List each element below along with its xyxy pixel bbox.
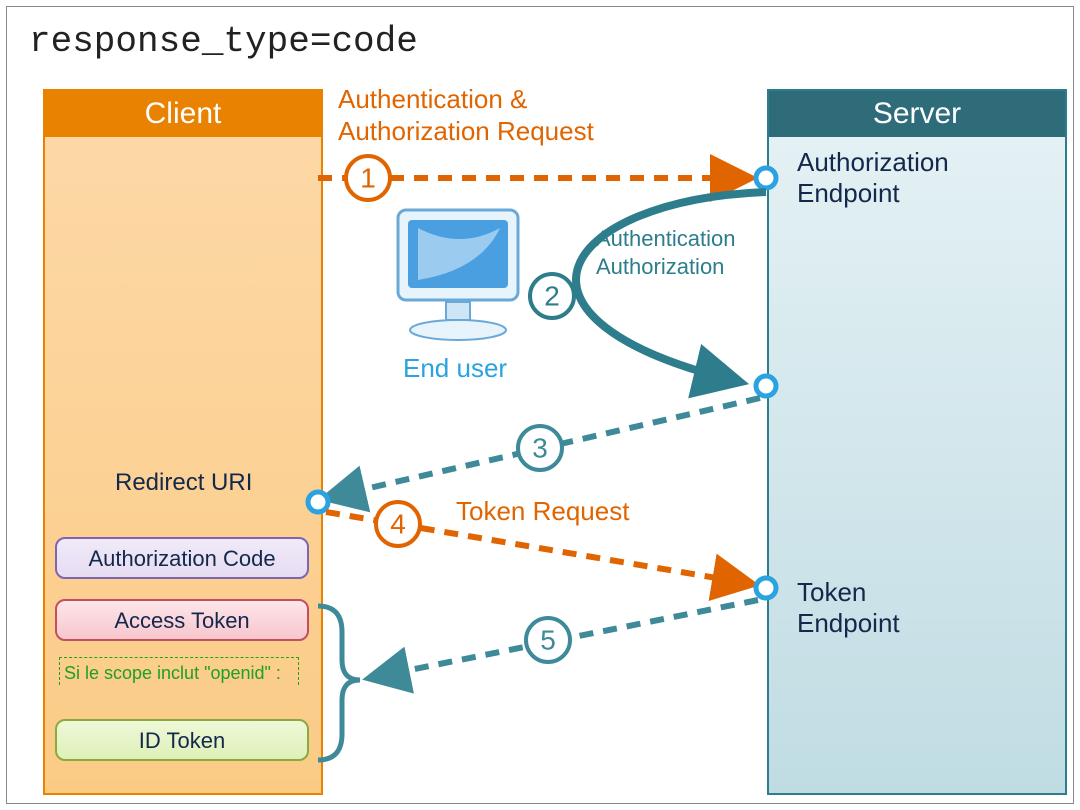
access-token: Access Token (55, 599, 309, 641)
token-endpoint-label: Token Endpoint (797, 577, 900, 639)
page-title: response_type=code (29, 21, 418, 62)
diagram-frame: response_type=code Client Server Authori… (6, 6, 1074, 804)
authorization-endpoint-label: Authorization Endpoint (797, 147, 949, 209)
server-header: Server (769, 91, 1065, 137)
authorization-code-token: Authorization Code (55, 537, 309, 579)
id-token: ID Token (55, 719, 309, 761)
redirect-uri-label: Redirect URI (115, 469, 252, 497)
client-box: Client (43, 89, 323, 795)
scope-note: Si le scope inclut "openid" : (59, 657, 299, 685)
client-header: Client (45, 91, 321, 137)
end-user-label: End user (403, 353, 507, 384)
